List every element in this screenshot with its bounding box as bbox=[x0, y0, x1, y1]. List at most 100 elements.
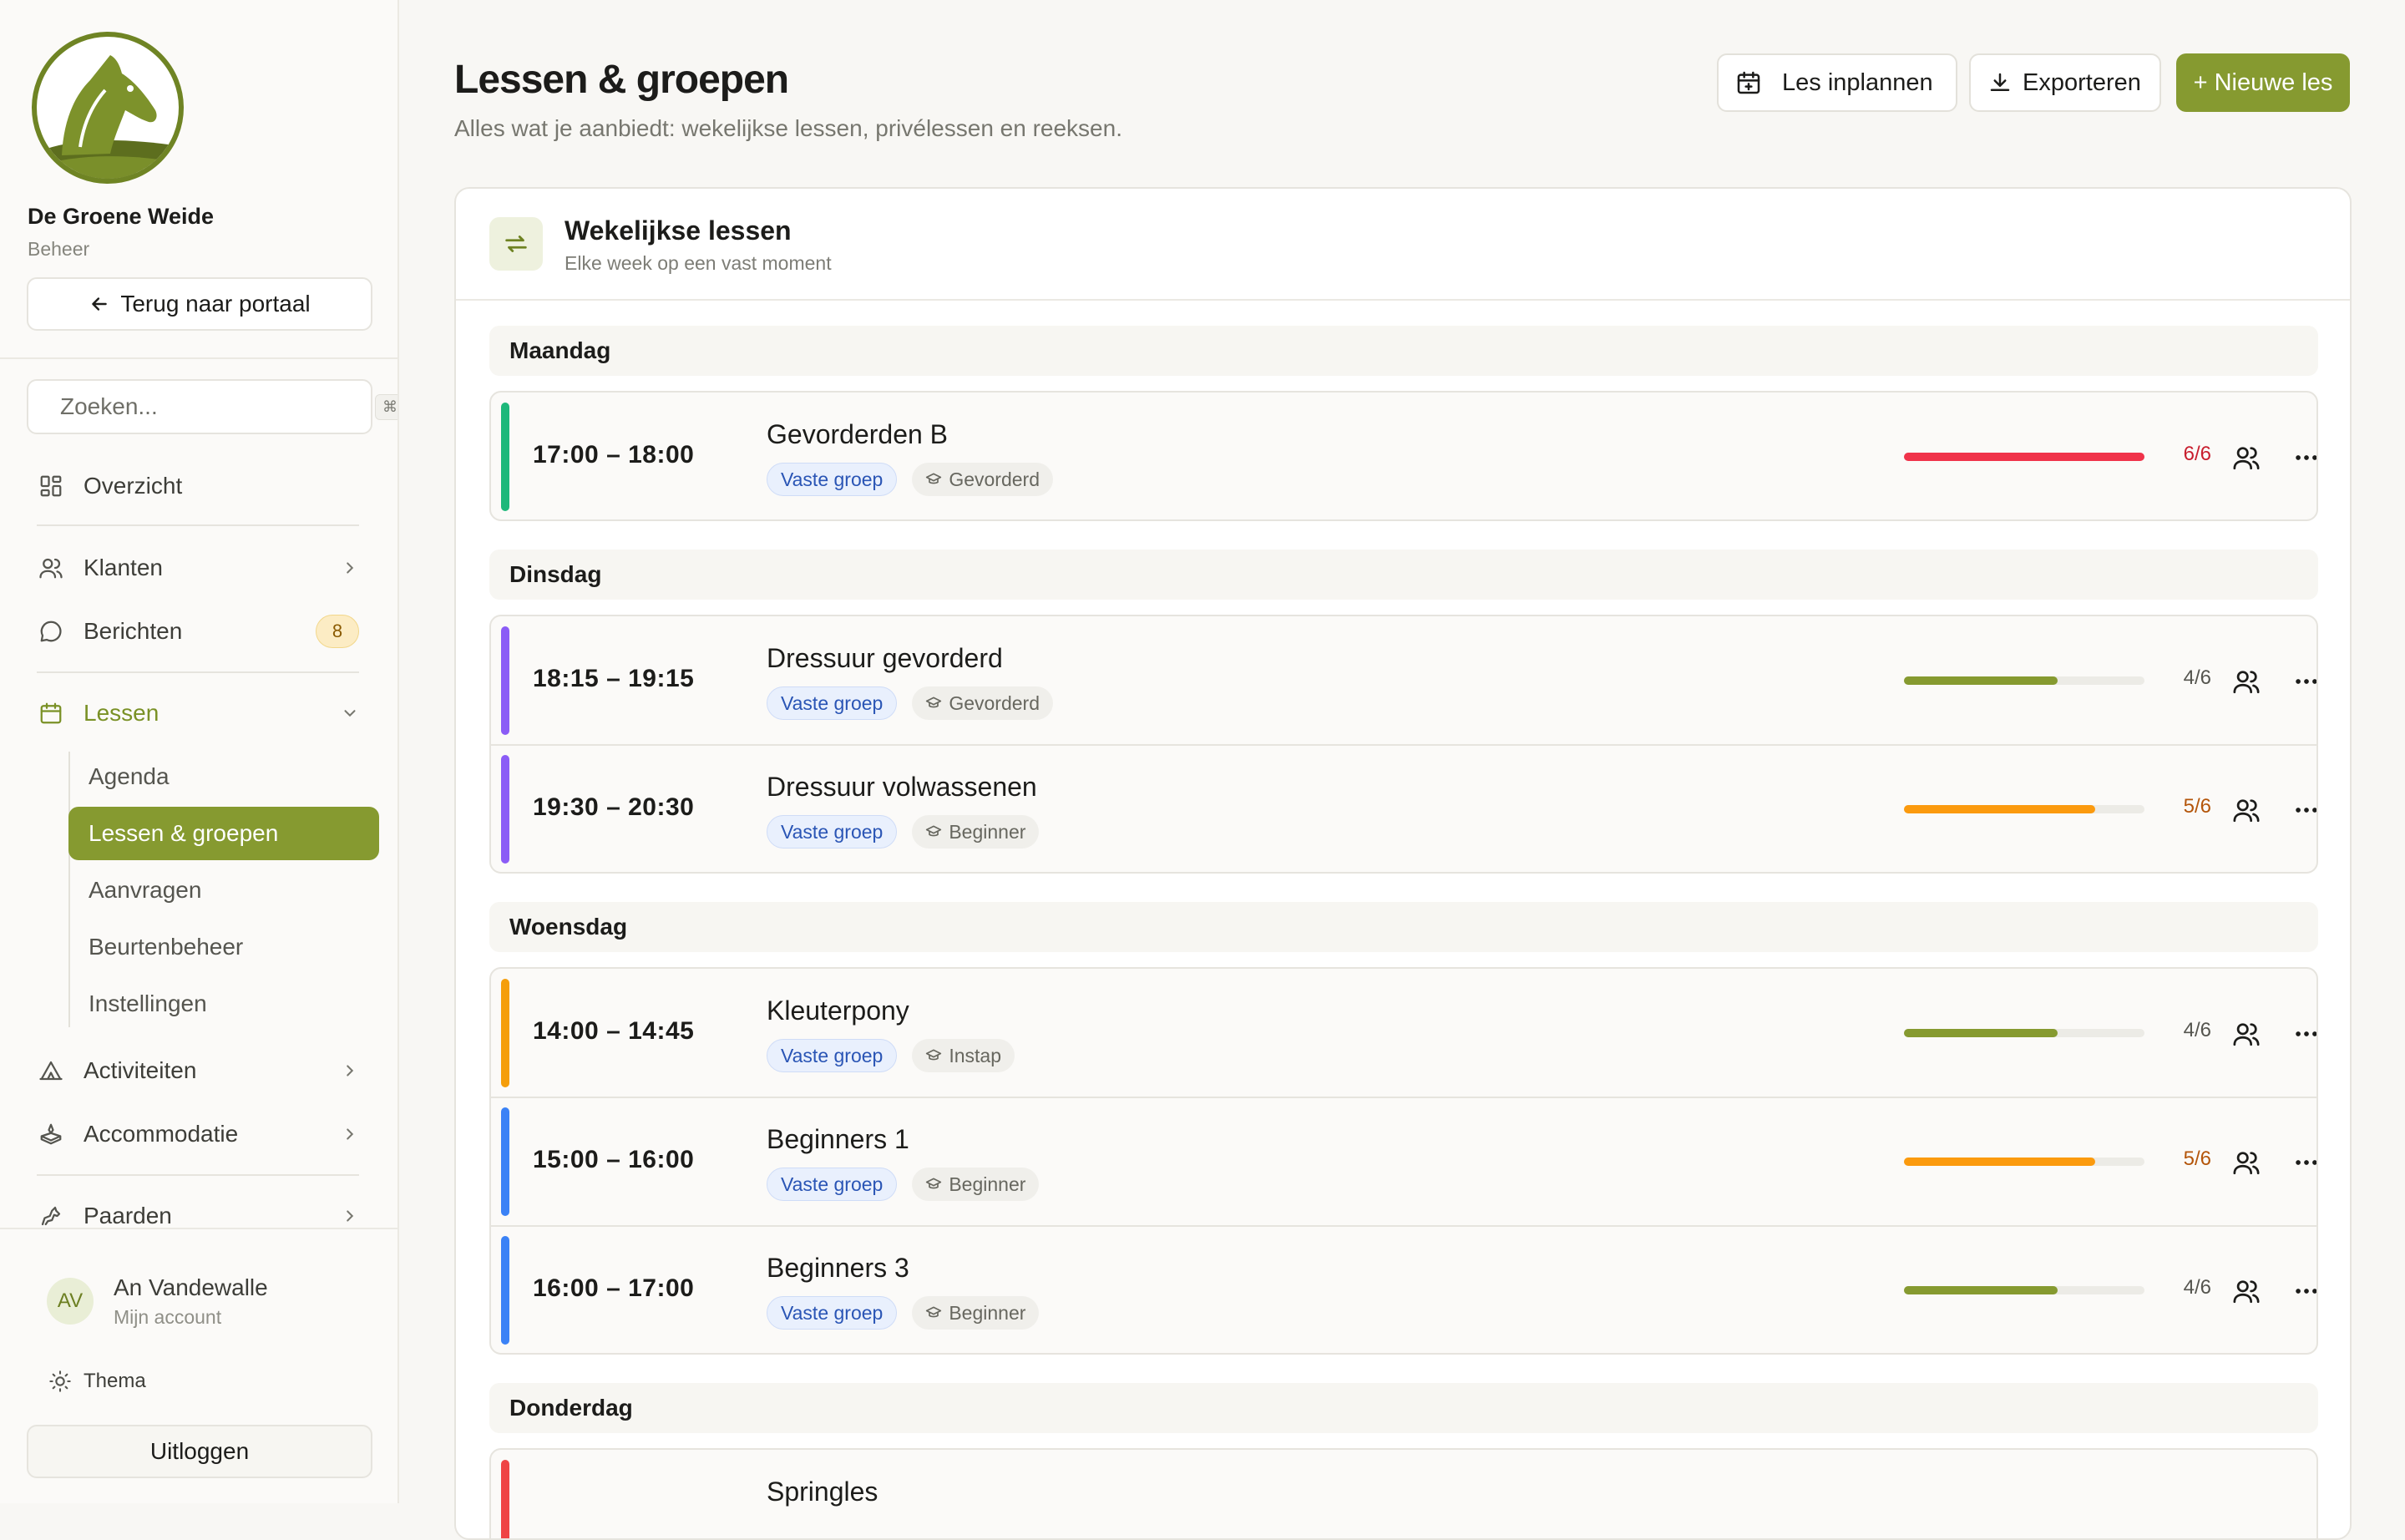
sidebar-item-label: Accommodatie bbox=[84, 1121, 239, 1147]
arena-icon bbox=[40, 1123, 62, 1145]
theme-label: Thema bbox=[84, 1370, 146, 1392]
lesson-color-accent bbox=[501, 979, 509, 1087]
group-type-tag: Vaste groep bbox=[767, 686, 898, 720]
export-button[interactable]: Exporteren bbox=[1969, 53, 2161, 112]
lesson-tags: Vaste groep Instap bbox=[767, 1039, 1015, 1072]
more-options-icon[interactable] bbox=[2290, 441, 2316, 474]
lesson-name[interactable]: Gevorderden B bbox=[767, 419, 948, 450]
lesson-color-accent bbox=[501, 626, 509, 735]
schedule-lesson-button[interactable]: Les inplannen bbox=[1717, 53, 1957, 112]
sidebar-item-activiteiten[interactable]: Activiteiten bbox=[37, 1046, 367, 1096]
more-options-icon[interactable] bbox=[2290, 1146, 2316, 1179]
level-tag: Beginner bbox=[912, 1168, 1040, 1201]
search-shortcut: ⌘K bbox=[375, 393, 397, 420]
sidebar-footer: AV An Vandewalle Mijn account Thema Uitl… bbox=[0, 1228, 397, 1503]
grid-icon bbox=[40, 475, 62, 497]
participants-icon[interactable] bbox=[2230, 1146, 2263, 1179]
group-type-tag: Vaste groep bbox=[767, 1296, 898, 1330]
lesson-name[interactable]: Beginners 3 bbox=[767, 1253, 909, 1284]
calendar-icon bbox=[40, 702, 62, 724]
lesson-name[interactable]: Dressuur gevorderd bbox=[767, 643, 1003, 674]
level-label: Instap bbox=[949, 1044, 1001, 1066]
lesson-time: 19:30 – 20:30 bbox=[533, 793, 695, 821]
theme-toggle[interactable]: Thema bbox=[48, 1370, 146, 1393]
capacity-label: 4/6 bbox=[2183, 1276, 2211, 1299]
participants-icon[interactable] bbox=[2230, 665, 2263, 698]
sidebar-item-label: Berichten bbox=[84, 618, 183, 644]
user-account-link[interactable]: Mijn account bbox=[114, 1306, 221, 1329]
level-label: Gevorderd bbox=[949, 468, 1040, 490]
chevron-right-icon bbox=[347, 1128, 354, 1140]
weekly-lessons-card: Wekelijkse lessen Elke week op een vast … bbox=[454, 187, 2352, 1540]
lesson-tags: Vaste groep Beginner bbox=[767, 1296, 1040, 1330]
chevron-right-icon bbox=[347, 1210, 354, 1222]
lesson-name[interactable]: Beginners 1 bbox=[767, 1124, 909, 1155]
graduation-cap-icon bbox=[925, 695, 942, 712]
subnav-instellingen[interactable]: Instellingen bbox=[68, 977, 379, 1031]
capacity-bar-fill bbox=[1904, 1158, 2095, 1166]
day-header: Donderdag bbox=[489, 1383, 2318, 1433]
day-header: Dinsdag bbox=[489, 550, 2318, 600]
more-options-icon[interactable] bbox=[2290, 793, 2316, 827]
user-name[interactable]: An Vandewalle bbox=[114, 1274, 268, 1301]
capacity-label: 6/6 bbox=[2183, 443, 2211, 465]
participants-icon[interactable] bbox=[2230, 1274, 2263, 1308]
lesson-time: 16:00 – 17:00 bbox=[533, 1274, 695, 1302]
lesson-row[interactable]: Springles bbox=[491, 1450, 2316, 1538]
capacity-bar-fill bbox=[1904, 676, 2058, 685]
sidebar-item-overzicht[interactable]: Overzicht bbox=[37, 461, 367, 511]
card-header: Wekelijkse lessen Elke week op een vast … bbox=[456, 189, 2350, 301]
sidebar-item-lessen[interactable]: Lessen bbox=[37, 688, 367, 738]
lesson-time: 15:00 – 16:00 bbox=[533, 1146, 695, 1173]
sidebar-item-klanten[interactable]: Klanten bbox=[37, 543, 367, 593]
capacity-bar bbox=[1904, 1158, 2144, 1166]
lesson-row[interactable]: 16:00 – 17:00 Beginners 3 Vaste groep Begin… bbox=[491, 1226, 2316, 1353]
level-tag: Gevorderd bbox=[912, 686, 1053, 720]
sidebar-item-berichten[interactable]: Berichten 8 bbox=[37, 606, 367, 656]
lesson-name[interactable]: Kleuterpony bbox=[767, 995, 909, 1026]
lesson-row[interactable]: 19:30 – 20:30 Dressuur volwassenen Vaste g… bbox=[491, 745, 2316, 872]
sidebar-item-accommodatie[interactable]: Accommodatie bbox=[37, 1109, 367, 1159]
capacity-bar-fill bbox=[1904, 805, 2095, 813]
lesson-row[interactable]: 17:00 – 18:00 Gevorderden B Vaste groep Gev… bbox=[491, 393, 2316, 519]
lesson-name[interactable]: Dressuur volwassenen bbox=[767, 772, 1037, 803]
search-input[interactable] bbox=[58, 393, 363, 421]
participants-icon[interactable] bbox=[2230, 441, 2263, 474]
lesson-row[interactable]: 14:00 – 14:45 Kleuterpony Vaste groep Insta… bbox=[491, 969, 2316, 1097]
sun-icon bbox=[49, 1370, 71, 1392]
sidebar-item-label: Klanten bbox=[84, 555, 163, 580]
lesson-row[interactable]: 15:00 – 16:00 Beginners 1 Vaste groep Begin… bbox=[491, 1097, 2316, 1226]
subnav-agenda[interactable]: Agenda bbox=[68, 750, 379, 803]
avatar[interactable]: AV bbox=[47, 1278, 94, 1325]
more-options-icon[interactable] bbox=[2290, 1017, 2316, 1051]
sidebar-item-label: Lessen bbox=[84, 700, 159, 726]
search-box[interactable]: ⌘K bbox=[27, 379, 397, 434]
lesson-group: 14:00 – 14:45 Kleuterpony Vaste groep Insta… bbox=[489, 967, 2318, 1355]
more-options-icon[interactable] bbox=[2290, 1274, 2316, 1308]
logout-button[interactable]: Uitloggen bbox=[27, 1425, 372, 1478]
capacity-label: 4/6 bbox=[2183, 666, 2211, 689]
subnav-beurtenbeheer[interactable]: Beurtenbeheer bbox=[68, 920, 379, 974]
nav-divider bbox=[37, 671, 359, 673]
sidebar-item-label: Paarden bbox=[84, 1203, 172, 1228]
back-to-portal-button[interactable]: Terug naar portaal bbox=[27, 277, 372, 331]
lesson-name[interactable]: Springles bbox=[767, 1477, 878, 1507]
message-icon bbox=[40, 621, 62, 642]
lesson-row[interactable]: 18:15 – 19:15 Dressuur gevorderd Vaste gro… bbox=[491, 616, 2316, 745]
org-name: De Groene Weide bbox=[28, 204, 215, 229]
participants-icon[interactable] bbox=[2230, 1017, 2263, 1051]
group-type-tag: Vaste groep bbox=[767, 1168, 898, 1201]
lesson-color-accent bbox=[501, 755, 509, 864]
day-header: Maandag bbox=[489, 326, 2318, 376]
graduation-cap-icon bbox=[925, 1047, 942, 1064]
horse-icon bbox=[41, 1206, 61, 1226]
subnav-aanvragen[interactable]: Aanvragen bbox=[68, 864, 379, 917]
participants-icon[interactable] bbox=[2230, 793, 2263, 827]
group-type-tag: Vaste groep bbox=[767, 1039, 898, 1072]
subnav-lessen-groepen[interactable]: Lessen & groepen bbox=[68, 807, 379, 860]
capacity-bar-fill bbox=[1904, 453, 2144, 461]
more-options-icon[interactable] bbox=[2290, 665, 2316, 698]
new-lesson-button[interactable]: + Nieuwe les bbox=[2176, 53, 2350, 112]
card-title: Wekelijkse lessen bbox=[565, 215, 792, 246]
capacity-bar-fill bbox=[1904, 1286, 2058, 1294]
